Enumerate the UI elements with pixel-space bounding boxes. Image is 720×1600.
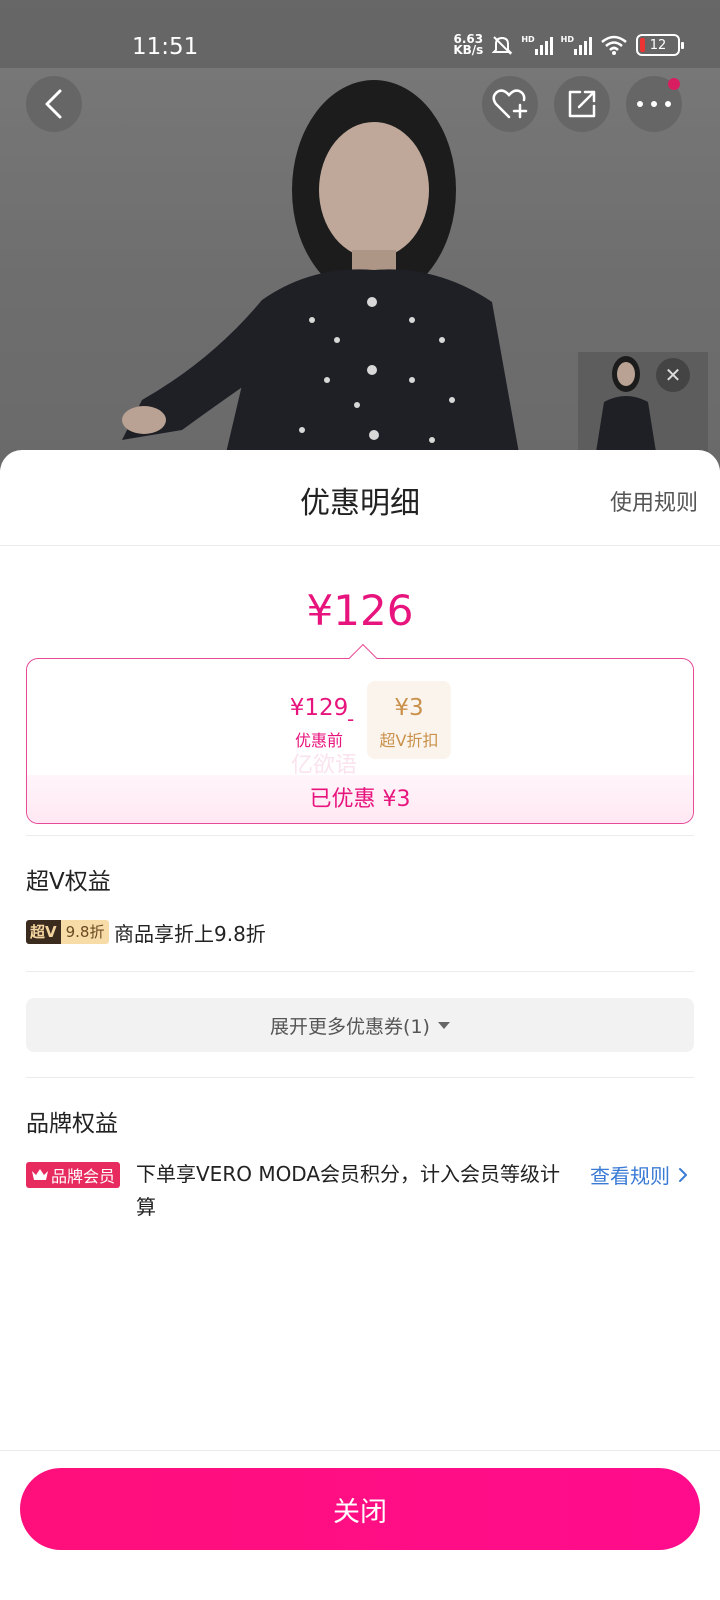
favorite-button[interactable] (482, 76, 538, 132)
expand-coupons-label: 展开更多优惠券(1) (270, 1015, 430, 1038)
divider (26, 971, 694, 972)
close-button[interactable]: 关闭 (20, 1468, 700, 1550)
brand-benefit-description: 下单享VERO MODA会员积分，计入会员等级计算 (136, 1162, 561, 1219)
view-rules-link[interactable]: 查看规则 (590, 1160, 688, 1189)
signal-1-icon: HD (521, 35, 553, 55)
battery-icon: 12 (636, 34, 684, 56)
more-icon (637, 101, 671, 107)
wifi-icon (601, 35, 627, 55)
expand-coupons-button[interactable]: 展开更多优惠券(1) (26, 998, 694, 1052)
signal-2-icon: HD (561, 35, 592, 55)
crown-icon (32, 1169, 48, 1180)
share-button[interactable] (554, 76, 610, 132)
chao-v-section-title: 超V权益 (26, 869, 111, 895)
caret-down-icon (437, 1021, 450, 1029)
price-calculation-box: ¥129 优惠前 - ¥3 超V折扣 亿欲语 已优惠 ¥3 (26, 643, 694, 824)
divider (26, 835, 694, 836)
product-photo: ✕ (0, 0, 720, 470)
share-icon (568, 90, 596, 118)
mini-model-figure (596, 356, 656, 452)
brand-member-badge: 品牌会员 (26, 1162, 121, 1188)
brand-section-title: 品牌权益 (26, 1111, 118, 1137)
sheet-header: 优惠明细 使用规则 (0, 450, 720, 546)
status-bar: 11:51 6.63 KB/s HD HD 12 (0, 0, 720, 68)
more-button[interactable] (626, 76, 682, 132)
discount-label: 超V折扣 (379, 731, 439, 750)
watermark-text: 亿欲语 (291, 753, 358, 778)
chao-v-description: 商品享折上9.8折 (114, 922, 266, 946)
final-price: ¥126 (306, 586, 414, 635)
mute-bell-icon (491, 36, 513, 55)
network-speed: 6.63 KB/s (453, 32, 484, 57)
calc-box-pointer (348, 643, 378, 673)
usage-rules-link[interactable]: 使用规则 (610, 485, 698, 517)
heart-add-icon (492, 89, 528, 119)
model-figure (122, 80, 522, 470)
saved-amount-text: 已优惠 ¥3 (309, 787, 411, 812)
discount-card: ¥3 超V折扣 (367, 681, 451, 759)
status-icons: 6.63 KB/s HD HD 12 (453, 32, 684, 57)
minus-sign: - (347, 707, 355, 731)
notification-dot (668, 78, 680, 90)
divider (26, 1077, 694, 1078)
back-button[interactable] (26, 76, 82, 132)
discount-detail-sheet: 优惠明细 使用规则 ¥126 ¥129 优惠前 - ¥3 超V折扣 亿欲语 已优… (0, 450, 720, 1600)
chevron-right-icon (679, 1167, 687, 1182)
chao-v-badge: 超V 9.8折 (26, 920, 110, 944)
back-icon (45, 89, 62, 119)
footer-divider (0, 1450, 720, 1451)
close-thumbnail-icon[interactable]: ✕ (656, 358, 690, 392)
discount-amount: ¥3 (394, 695, 424, 721)
mini-video-thumbnail[interactable] (578, 352, 708, 452)
status-time: 11:51 (132, 34, 199, 60)
